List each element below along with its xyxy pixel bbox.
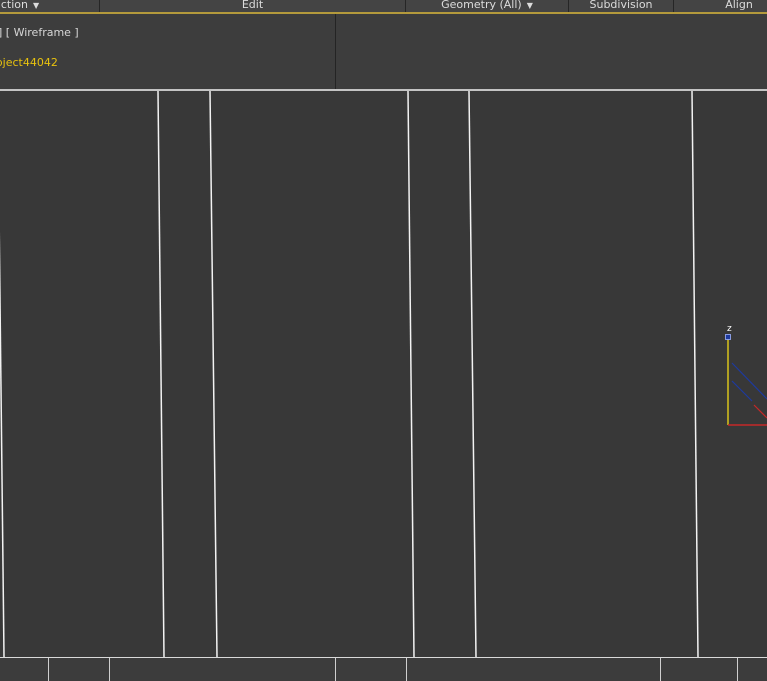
geometry-menu-label: Geometry (All) [441, 0, 522, 11]
strip-divider [737, 658, 738, 681]
chevron-down-icon: ▼ [32, 1, 40, 10]
geometry-menu-button[interactable]: Geometry (All) ▼ [406, 0, 568, 12]
align-menu-button[interactable]: Align [674, 0, 767, 12]
wireframe-edge [407, 90, 415, 657]
viewport-info-panel: ] [ Wireframe ] Object44042 5 0 [0, 14, 767, 101]
plane-handle-line [753, 404, 767, 419]
selection-menu-label: ction [0, 0, 28, 11]
strip-divider [48, 658, 49, 681]
strip-divider [109, 658, 110, 681]
viewport-canvas[interactable]: z [0, 89, 767, 657]
strip-divider [406, 658, 407, 681]
object-name: Object44042 [0, 56, 58, 69]
y-axis-line [731, 380, 753, 402]
viewport-label[interactable]: ] [ Wireframe ] [0, 26, 79, 39]
subdivision-menu-button[interactable]: Subdivision [569, 0, 673, 12]
ribbon-toolbar: ction ▼ Edit Geometry (All) ▼ Subdivision … [0, 0, 767, 14]
strip-divider [335, 658, 336, 681]
edit-menu-button[interactable]: Edit [100, 0, 405, 12]
wireframe-edge [157, 90, 165, 657]
strip-divider [660, 658, 661, 681]
gizmo-pivot-icon [725, 334, 731, 340]
wireframe-edge [691, 90, 699, 657]
selection-menu-button[interactable]: ction ▼ [0, 0, 50, 12]
edit-menu-label: Edit [241, 0, 264, 11]
wireframe-edge [209, 90, 218, 657]
subdivision-menu-label: Subdivision [589, 0, 653, 11]
wireframe-edge [0, 231, 5, 657]
chevron-down-icon: ▼ [526, 1, 533, 10]
panel-divider [335, 14, 336, 89]
stat-value: 5 [0, 72, 1, 85]
align-menu-label: Align [725, 0, 753, 11]
y-axis-line [731, 362, 767, 400]
bottom-toolbar-strip [0, 657, 767, 681]
wireframe-geometry [0, 89, 767, 657]
wireframe-edge [468, 90, 477, 657]
z-axis-label: z [727, 324, 732, 334]
